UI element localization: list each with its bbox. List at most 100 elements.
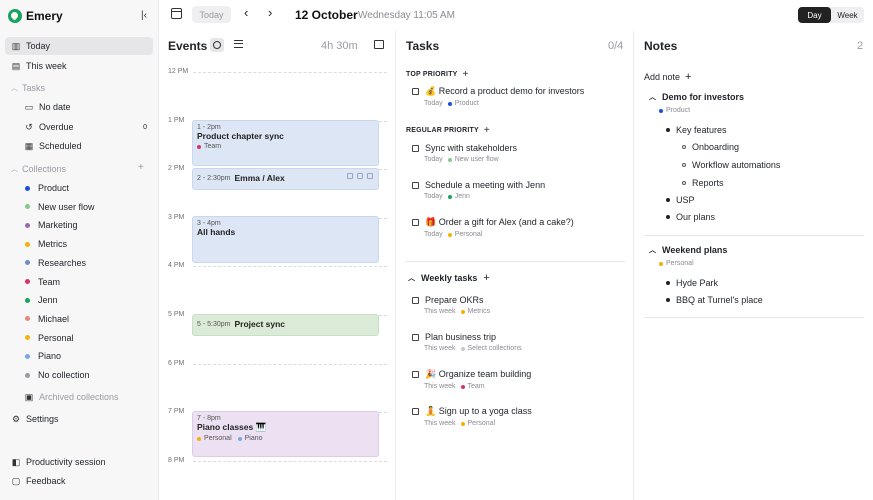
tasks-divider: [406, 261, 625, 262]
collection-label: Metrics: [38, 239, 67, 250]
collection-color-dot: [25, 297, 30, 303]
nav-settings[interactable]: ⚙ Settings: [5, 410, 153, 428]
collection-item[interactable]: New user flow: [18, 198, 153, 216]
task-item[interactable]: 💰 Record a product demo for investors Tod…: [412, 86, 622, 107]
task-meta: This week Select collections: [424, 345, 622, 352]
event-time: 3 - 4pm: [197, 220, 221, 227]
note-tag-label: Personal: [666, 260, 694, 267]
collection-item[interactable]: Jenn: [18, 291, 153, 309]
task-item[interactable]: Sync with stakeholders Today New user flow: [412, 143, 622, 163]
event-name: Emma / Alex: [234, 173, 285, 183]
collection-item[interactable]: Michael: [18, 310, 153, 328]
note-bullet[interactable]: Onboarding: [682, 142, 739, 152]
task-checkbox[interactable]: [412, 408, 419, 415]
task-tag: Jenn: [447, 193, 470, 200]
note-bullet[interactable]: Hyde Park: [666, 278, 718, 288]
collection-item[interactable]: Piano: [18, 347, 153, 365]
task-checkbox[interactable]: [412, 88, 419, 95]
event-name: Product chapter sync: [197, 131, 284, 141]
nav-productivity-session[interactable]: ◧ Productivity session: [5, 453, 153, 471]
task-item[interactable]: Prepare OKRs This week Metrics: [412, 295, 622, 315]
task-checkbox[interactable]: [412, 333, 419, 341]
video-icon[interactable]: [367, 173, 373, 179]
calendar-icon[interactable]: [171, 8, 182, 19]
nav-today[interactable]: ▥ Today: [5, 37, 153, 55]
nav-archived-collections[interactable]: ▣ Archived collections: [18, 388, 153, 406]
collection-item[interactable]: Product: [18, 179, 153, 197]
task-item[interactable]: Schedule a meeting with Jenn Today Jenn: [412, 180, 622, 200]
add-collection-icon[interactable]: +: [138, 162, 144, 173]
note-bullet[interactable]: USP: [666, 195, 695, 205]
task-item[interactable]: Plan business trip This week Select collec…: [412, 332, 622, 352]
collection-item[interactable]: Researches: [18, 254, 153, 272]
nav-this-week[interactable]: ▤ This week: [5, 57, 153, 75]
task-title: 🎉 Organize team building: [425, 369, 532, 379]
task-item[interactable]: 🎉 Organize team building This week Team: [412, 369, 622, 390]
task-checkbox[interactable]: [412, 296, 419, 304]
note-bullet[interactable]: Reports: [682, 178, 724, 188]
brand[interactable]: Emery: [8, 9, 63, 23]
task-when: Today: [424, 156, 443, 163]
event-emma-alex[interactable]: 2 - 2:30pm Emma / Alex: [192, 168, 379, 190]
event-tag-label: Personal: [204, 435, 232, 442]
view-week-button[interactable]: Week: [831, 7, 864, 23]
event-time: 2 - 2:30pm: [197, 174, 231, 182]
event-product-chapter-sync[interactable]: 1 - 2pm Product chapter sync Team: [192, 120, 379, 166]
task-tag: Product: [447, 100, 479, 107]
tag-dot: [460, 309, 465, 314]
nav-scheduled[interactable]: ▦ Scheduled: [18, 137, 153, 155]
notes-divider: [644, 235, 864, 236]
collection-item[interactable]: Marketing: [18, 216, 153, 234]
clock-icon[interactable]: [210, 38, 224, 52]
nav-no-date[interactable]: ▭ No date: [18, 98, 153, 116]
weekly-tasks-header[interactable]: ︿ Weekly tasks +: [408, 272, 490, 284]
nav-feedback[interactable]: ▢ Feedback: [5, 472, 153, 490]
task-item[interactable]: 🎁 Order a gift for Alex (and a cake?) Tod…: [412, 217, 622, 238]
view-day-button[interactable]: Day: [798, 7, 831, 23]
collapse-sidebar-icon[interactable]: |‹: [141, 10, 147, 21]
note-bullet[interactable]: Our plans: [666, 212, 715, 222]
note-demo-title[interactable]: ︿ Demo for investors: [649, 92, 744, 102]
note-title: Weekend plans: [662, 245, 728, 255]
task-item[interactable]: 🧘 Sign up to a yoga class This week Person…: [412, 406, 622, 427]
collection-item[interactable]: No collection: [18, 366, 153, 384]
tasks-section-header[interactable]: ︿ Tasks: [11, 83, 45, 93]
collections-section-header[interactable]: ︿ Collections: [11, 164, 66, 174]
copy-icon[interactable]: [347, 173, 353, 179]
task-checkbox[interactable]: [412, 144, 419, 152]
event-project-sync[interactable]: 5 - 5:30pm Project sync: [192, 314, 379, 336]
events-title: Events: [168, 39, 208, 53]
today-button[interactable]: Today: [192, 6, 231, 23]
collection-item[interactable]: Metrics: [18, 235, 153, 253]
task-checkbox[interactable]: [412, 181, 419, 189]
collection-label: Researches: [38, 257, 87, 268]
collection-color-dot: [25, 260, 30, 266]
next-day-icon[interactable]: ›: [268, 5, 272, 20]
add-weekly-task-icon[interactable]: +: [483, 272, 489, 284]
task-row: 🎁 Order a gift for Alex (and a cake?): [412, 217, 622, 228]
view-toggle: Day Week: [798, 7, 864, 23]
prev-day-icon[interactable]: ‹: [244, 5, 248, 20]
task-checkbox[interactable]: [412, 371, 419, 378]
panel-icon[interactable]: [374, 40, 384, 49]
add-note-button[interactable]: Add note +: [644, 71, 691, 83]
add-top-priority-icon[interactable]: +: [463, 69, 469, 80]
note-bullet[interactable]: Key features: [666, 125, 727, 135]
event-all-hands[interactable]: 3 - 4pm All hands: [192, 216, 379, 263]
note-bullet[interactable]: BBQ at Turnel's place: [666, 295, 763, 305]
add-regular-priority-icon[interactable]: +: [484, 125, 490, 136]
productivity-session-label: Productivity session: [26, 457, 106, 467]
collection-item[interactable]: Team: [18, 273, 153, 291]
note-weekend-title[interactable]: ︿ Weekend plans: [649, 245, 727, 255]
event-piano-classes[interactable]: 7 - 8pm Piano classes 🎹 Personal Piano: [192, 411, 379, 457]
task-meta: This week Team: [424, 383, 622, 390]
list-view-icon[interactable]: [234, 40, 243, 48]
trash-icon[interactable]: [357, 173, 363, 179]
task-checkbox[interactable]: [412, 219, 419, 226]
collection-item[interactable]: Personal: [18, 329, 153, 347]
task-row: Prepare OKRs: [412, 295, 622, 305]
collection-label: Piano: [38, 351, 62, 362]
note-bullet[interactable]: Workflow automations: [682, 160, 780, 170]
chevron-up-icon: ︿: [11, 166, 18, 173]
nav-overdue[interactable]: ↺ Overdue 0: [18, 118, 153, 136]
